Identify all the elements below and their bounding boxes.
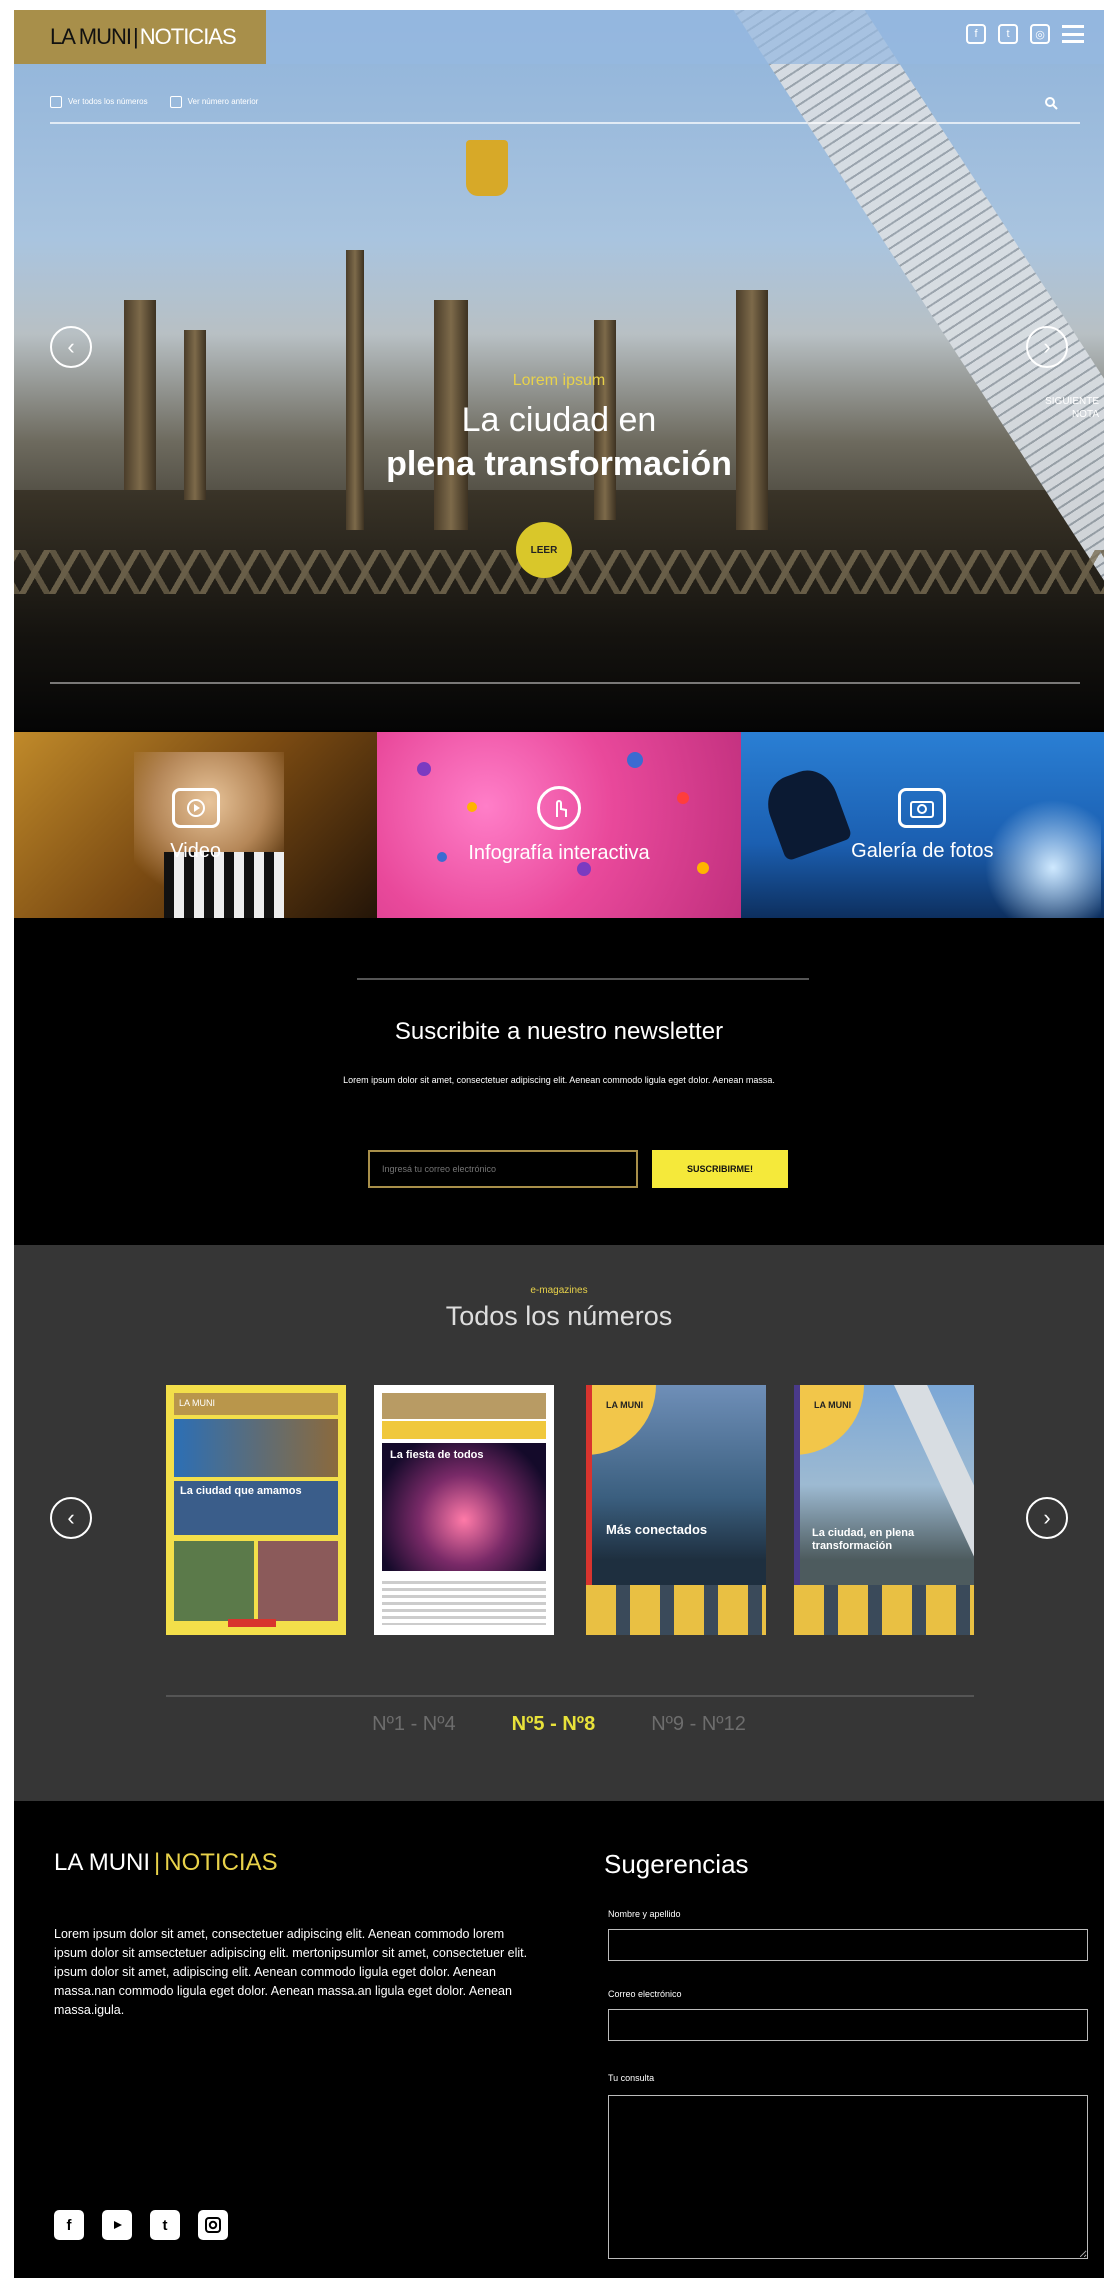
email-label: Correo electrónico <box>608 1989 682 1999</box>
hero-title-line1: La ciudad en <box>461 401 657 439</box>
grid-icon <box>50 96 62 108</box>
sub-navigation: Ver todos los números Ver número anterio… <box>50 96 258 108</box>
cover-photo <box>174 1419 338 1477</box>
message-field[interactable] <box>608 2095 1088 2259</box>
cover-headline: La ciudad que amamos <box>180 1485 302 1497</box>
logo-separator: | <box>133 24 139 49</box>
magazines-section: e-magazines Todos los números ‹ › LA MUN… <box>14 1245 1104 1801</box>
hero-next-arrow-icon[interactable]: › <box>1026 326 1068 368</box>
issues-pager: Nº1 - Nº4 Nº5 - Nº8 Nº9 - Nº12 <box>14 1713 1104 1736</box>
footer-logo[interactable]: LA MUNI | NOTICIAS <box>54 1849 278 1877</box>
footer-social: f t <box>54 2210 228 2240</box>
magazine-cover[interactable]: LA MUNI La ciudad que amamos <box>166 1385 346 1635</box>
magazines-divider <box>166 1695 974 1697</box>
slider-progress-bar <box>50 682 1080 684</box>
search-icon[interactable] <box>1044 96 1058 110</box>
cover-headline: La fiesta de todos <box>390 1449 484 1461</box>
logo-main: LA MUNI <box>50 24 132 49</box>
subnav-previous-issue[interactable]: Ver número anterior <box>169 96 259 108</box>
play-icon <box>171 787 220 828</box>
newsletter-divider <box>357 978 809 980</box>
suggestions-title: Sugerencias <box>604 1849 749 1879</box>
footer: LA MUNI | NOTICIAS Lorem ipsum dolor sit a… <box>14 1801 1104 2278</box>
cover-top-strip <box>382 1393 546 1419</box>
infographic-tile[interactable]: Infografía interactiva <box>377 732 741 918</box>
logo-sub: NOTICIAS <box>139 24 237 49</box>
magazine-cover[interactable]: LA MUNI Más conectados <box>586 1385 766 1635</box>
site-logo[interactable]: LA MUNI | NOTICIAS <box>14 10 266 64</box>
magazine-cover[interactable]: LA MUNI La ciudad, en plena transformaci… <box>794 1385 974 1635</box>
magazines-kicker: e-magazines <box>530 1285 588 1296</box>
document-icon <box>169 96 182 108</box>
top-bar: LA MUNI | NOTICIAS f t ◎ <box>14 10 1104 64</box>
cover-photo <box>382 1443 546 1571</box>
name-field[interactable] <box>608 1929 1088 1961</box>
cover-tag <box>228 1619 276 1627</box>
magazines-next-arrow-icon[interactable]: › <box>1026 1497 1068 1539</box>
cover-headline: Más conectados <box>606 1522 708 1537</box>
subnav-all-issues[interactable]: Ver todos los números <box>50 96 148 108</box>
header-divider <box>50 122 1080 124</box>
hero-slider: LA MUNI | NOTICIAS f t ◎ Ver todos los n… <box>14 10 1104 730</box>
hero-kicker: Lorem ipsum <box>512 372 606 389</box>
cover-bottom-strip <box>586 1585 766 1635</box>
cover-headline: La ciudad, en plena transformación <box>812 1527 915 1552</box>
media-tiles: Video Infografía interactiva Galería de … <box>14 732 1104 918</box>
hamburger-menu-icon[interactable] <box>1062 25 1084 43</box>
newsletter-email-input[interactable] <box>368 1150 638 1188</box>
infographic-tile-label: Infografía interactiva <box>468 841 650 864</box>
twitter-icon[interactable]: t <box>150 2210 180 2240</box>
cover-photo <box>258 1541 338 1621</box>
instagram-icon[interactable] <box>198 2210 228 2240</box>
subnav-all-issues-label: Ver todos los números <box>68 97 148 107</box>
footer-logo-sub: NOTICIAS <box>164 1849 278 1876</box>
cover-brand: LA MUNI <box>814 1400 852 1410</box>
touch-icon <box>536 785 581 830</box>
cover-brand: LA MUNI <box>606 1400 644 1410</box>
magazine-cover[interactable]: La fiesta de todos <box>374 1385 554 1635</box>
facebook-icon[interactable]: f <box>966 24 986 44</box>
cover-masthead-bar <box>382 1421 546 1439</box>
pager-item-active[interactable]: Nº5 - Nº8 <box>512 1713 596 1736</box>
youtube-icon[interactable] <box>102 2210 132 2240</box>
top-icons: f t ◎ <box>966 24 1084 44</box>
newsletter-description: Lorem ipsum dolor sit amet, consectetuer… <box>343 1075 775 1085</box>
cover-masthead: LA MUNI <box>174 1393 338 1415</box>
magazines-title: Todos los números <box>445 1301 673 1331</box>
twitter-icon[interactable]: t <box>998 24 1018 44</box>
cover-photo <box>174 1541 254 1621</box>
instagram-icon[interactable]: ◎ <box>1030 24 1050 44</box>
footer-description: Lorem ipsum dolor sit amet, consectetuer… <box>54 1927 528 2017</box>
footer-logo-separator: | <box>154 1849 161 1876</box>
email-field[interactable] <box>608 2009 1088 2041</box>
gallery-tile[interactable]: Galería de fotos <box>740 732 1104 918</box>
magazines-prev-arrow-icon[interactable]: ‹ <box>50 1497 92 1539</box>
message-label: Tu consulta <box>608 2073 655 2083</box>
facebook-icon[interactable]: f <box>54 2210 84 2240</box>
pager-item[interactable]: Nº9 - Nº12 <box>651 1713 746 1736</box>
hero-title-line2: plena transformación <box>386 445 732 483</box>
hero-text: Lorem ipsum La ciudad en plena transform… <box>14 372 1104 486</box>
name-label: Nombre y apellido <box>608 1909 681 1919</box>
newsletter-title: Suscribite a nuestro newsletter <box>394 1018 724 1045</box>
cover-text-lines <box>382 1581 546 1625</box>
pager-item[interactable]: Nº1 - Nº4 <box>372 1713 456 1736</box>
cover-bottom-strip <box>794 1585 974 1635</box>
camera-icon <box>898 787 947 828</box>
subnav-previous-issue-label: Ver número anterior <box>187 97 259 107</box>
gallery-tile-image <box>759 762 853 862</box>
page: LA MUNI | NOTICIAS f t ◎ Ver todos los n… <box>14 10 1104 2278</box>
read-button[interactable]: LEER <box>516 522 572 578</box>
subscribe-button[interactable]: SUSCRIBIRME! <box>652 1150 788 1188</box>
hero-background-bucket <box>466 140 508 196</box>
newsletter-section: Suscribite a nuestro newsletter Lorem ip… <box>14 918 1104 1234</box>
gallery-tile-label: Galería de fotos <box>851 839 994 862</box>
hero-prev-arrow-icon[interactable]: ‹ <box>50 326 92 368</box>
video-tile-label: Video <box>170 839 222 862</box>
footer-logo-main: LA MUNI <box>54 1849 151 1876</box>
video-tile[interactable]: Video <box>14 732 378 918</box>
